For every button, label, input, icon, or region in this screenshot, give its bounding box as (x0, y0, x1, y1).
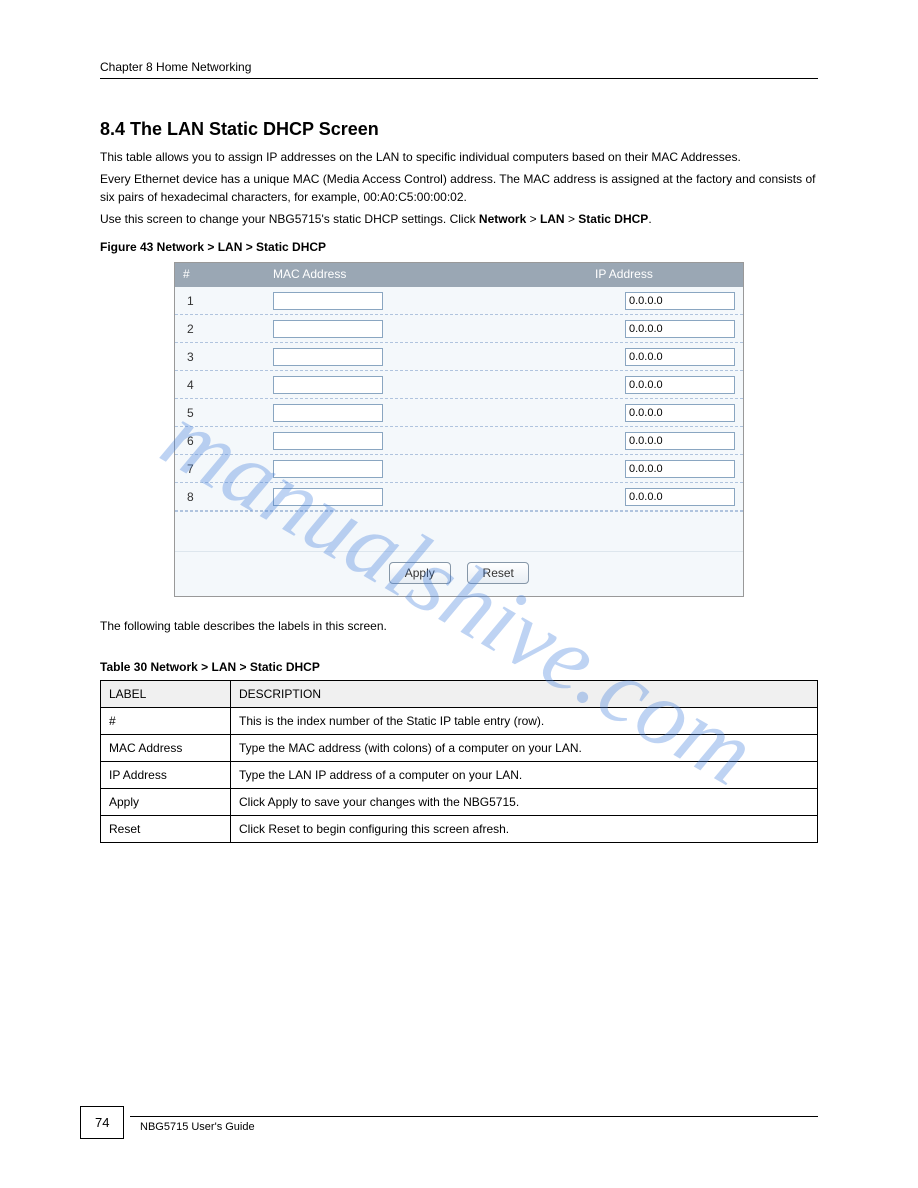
ip-address-input[interactable] (625, 292, 735, 310)
ip-address-input[interactable] (625, 348, 735, 366)
table-header-row: # MAC Address IP Address (175, 263, 743, 287)
intro-paragraph-3: Use this screen to change your NBG5715's… (100, 210, 818, 228)
desc-text: Type the LAN IP address of a computer on… (231, 762, 818, 789)
ip-address-input[interactable] (625, 488, 735, 506)
apply-button[interactable]: Apply (389, 562, 451, 584)
desc-row: # This is the index number of the Static… (101, 708, 818, 735)
breadcrumb-sep-1: > (530, 212, 540, 226)
page-footer: 74 NBG5715 User's Guide (80, 1116, 818, 1133)
ip-address-input[interactable] (625, 376, 735, 394)
mac-address-input[interactable] (273, 376, 383, 394)
desc-row: Apply Click Apply to save your changes w… (101, 789, 818, 816)
row-index: 7 (183, 462, 273, 476)
panel-spacer (175, 511, 743, 551)
row-index: 6 (183, 434, 273, 448)
static-dhcp-panel: # MAC Address IP Address 1 2 3 4 (174, 262, 744, 597)
mac-address-input[interactable] (273, 292, 383, 310)
intro-text-3: Use this screen to change your NBG5715's… (100, 212, 479, 226)
desc-intro: The following table describes the labels… (100, 617, 818, 635)
breadcrumb-part-3: Static DHCP (578, 212, 648, 226)
breadcrumb-part-2: LAN (540, 212, 565, 226)
breadcrumb-part-1: Network (479, 212, 526, 226)
desc-label: MAC Address (101, 735, 231, 762)
mac-address-input[interactable] (273, 348, 383, 366)
intro-paragraph-1: This table allows you to assign IP addre… (100, 148, 818, 166)
panel-inner: # MAC Address IP Address 1 2 3 4 (175, 263, 743, 596)
desc-row: IP Address Type the LAN IP address of a … (101, 762, 818, 789)
desc-row: MAC Address Type the MAC address (with c… (101, 735, 818, 762)
ip-address-input[interactable] (625, 432, 735, 450)
table-row: 2 (175, 315, 743, 343)
row-index: 8 (183, 490, 273, 504)
table-row: 1 (175, 287, 743, 315)
breadcrumb-sep-2: > (568, 212, 578, 226)
row-index: 2 (183, 322, 273, 336)
desc-header-label: LABEL (101, 681, 231, 708)
mac-address-input[interactable] (273, 488, 383, 506)
section-title: 8.4 The LAN Static DHCP Screen (100, 119, 818, 140)
desc-text: Click Apply to save your changes with th… (231, 789, 818, 816)
mac-address-input[interactable] (273, 404, 383, 422)
desc-header-description: DESCRIPTION (231, 681, 818, 708)
table-row: 7 (175, 455, 743, 483)
figure-caption: Figure 43 Network > LAN > Static DHCP (100, 240, 818, 254)
header-ip: IP Address (595, 263, 735, 287)
row-index: 1 (183, 294, 273, 308)
table-row: 8 (175, 483, 743, 511)
table-caption-text: Table 30 Network > LAN > Static DHCP (100, 660, 320, 674)
panel-button-bar: Apply Reset (175, 551, 743, 596)
table-row: 3 (175, 343, 743, 371)
table-row: 5 (175, 399, 743, 427)
label-description-table: LABEL DESCRIPTION # This is the index nu… (100, 680, 818, 843)
ip-address-input[interactable] (625, 404, 735, 422)
header-rule (100, 78, 818, 79)
table-row: 4 (175, 371, 743, 399)
desc-header-row: LABEL DESCRIPTION (101, 681, 818, 708)
ip-address-input[interactable] (625, 320, 735, 338)
header-index: # (183, 263, 273, 287)
desc-row: Reset Click Reset to begin configuring t… (101, 816, 818, 843)
row-index: 4 (183, 378, 273, 392)
page-container: Chapter 8 Home Networking 8.4 The LAN St… (0, 0, 918, 893)
intro-paragraph-2: Every Ethernet device has a unique MAC (… (100, 170, 818, 206)
mac-address-input[interactable] (273, 320, 383, 338)
row-index: 3 (183, 350, 273, 364)
footer-guide-title: NBG5715 User's Guide (140, 1117, 818, 1133)
mac-address-input[interactable] (273, 460, 383, 478)
desc-label: Apply (101, 789, 231, 816)
table-caption: Table 30 Network > LAN > Static DHCP (100, 660, 818, 674)
header-mac: MAC Address (273, 263, 595, 287)
table-row: 6 (175, 427, 743, 455)
ip-address-input[interactable] (625, 460, 735, 478)
desc-label: Reset (101, 816, 231, 843)
chapter-header: Chapter 8 Home Networking (100, 60, 818, 74)
reset-button[interactable]: Reset (467, 562, 529, 584)
page-number: 74 (80, 1106, 124, 1139)
desc-text: Type the MAC address (with colons) of a … (231, 735, 818, 762)
desc-label: # (101, 708, 231, 735)
mac-address-input[interactable] (273, 432, 383, 450)
desc-text: This is the index number of the Static I… (231, 708, 818, 735)
row-index: 5 (183, 406, 273, 420)
desc-text: Click Reset to begin configuring this sc… (231, 816, 818, 843)
desc-label: IP Address (101, 762, 231, 789)
